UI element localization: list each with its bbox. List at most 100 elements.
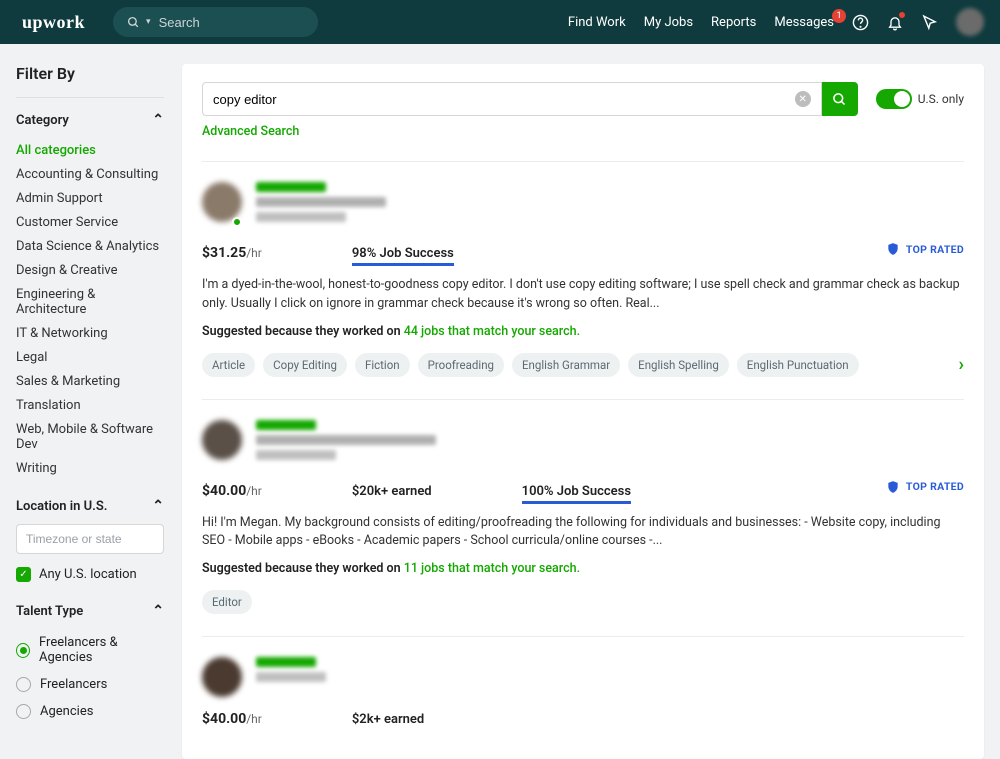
category-item[interactable]: Writing (16, 456, 164, 480)
hourly-rate: $31.25/hr (202, 245, 262, 261)
category-item[interactable]: Design & Creative (16, 258, 164, 282)
category-item[interactable]: IT & Networking (16, 321, 164, 345)
suggestion-text: Suggested because they worked on 11 jobs… (202, 561, 964, 576)
category-item[interactable]: Customer Service (16, 210, 164, 234)
bell-icon[interactable] (887, 14, 903, 31)
category-item[interactable]: Accounting & Consulting (16, 162, 164, 186)
total-earned: $20k+ earned (352, 484, 432, 499)
freelancer-title (256, 435, 436, 445)
total-earned: $2k+ earned (352, 712, 424, 727)
skill-tag[interactable]: English Punctuation (737, 353, 859, 377)
category-item[interactable]: All categories (16, 138, 164, 162)
checkbox-checked-icon: ✓ (16, 567, 31, 582)
location-input[interactable] (16, 524, 164, 554)
chevron-right-icon[interactable]: › (959, 354, 964, 375)
freelancer-avatar[interactable] (202, 657, 242, 697)
us-only-toggle[interactable] (876, 89, 912, 109)
freelancer-description: Hi! I'm Megan. My background consists of… (202, 514, 964, 552)
filter-category-toggle[interactable]: Category⌃ (16, 112, 164, 128)
chevron-up-icon: ⌃ (152, 112, 164, 128)
filter-title: Filter By (16, 64, 164, 83)
global-search-input[interactable] (159, 15, 279, 30)
nav-my-jobs[interactable]: My Jobs (644, 15, 693, 30)
matching-jobs-link[interactable]: 44 jobs that match your search. (404, 324, 580, 339)
freelancer-card[interactable]: $40.00/hr $20k+ earned 100% Job Success … (202, 399, 964, 637)
freelancer-description: I'm a dyed-in-the-wool, honest-to-goodne… (202, 276, 964, 314)
skill-tag[interactable]: Copy Editing (263, 353, 347, 377)
nav-reports[interactable]: Reports (711, 15, 756, 30)
talent-type-option[interactable]: Freelancers & Agencies (16, 629, 164, 671)
chevron-up-icon: ⌃ (152, 498, 164, 514)
top-rated-badge: TOP RATED (886, 241, 964, 257)
freelancer-avatar[interactable] (202, 420, 242, 465)
results-panel: ✕ U.S. only Advanced Search (182, 64, 984, 759)
online-indicator-icon (232, 217, 242, 227)
category-item[interactable]: Data Science & Analytics (16, 234, 164, 258)
freelancer-name[interactable] (256, 657, 316, 667)
freelancer-location (256, 450, 336, 460)
skill-tag[interactable]: English Grammar (512, 353, 620, 377)
freelancer-name[interactable] (256, 182, 326, 192)
skill-tag[interactable]: Proofreading (418, 353, 504, 377)
nav-messages[interactable]: Messages1 (774, 15, 834, 30)
freelancer-card[interactable]: $40.00/hr $2k+ earned (202, 636, 964, 759)
hourly-rate: $40.00/hr (202, 483, 262, 499)
talent-search-box[interactable]: ✕ (202, 82, 822, 116)
filter-category: Category⌃ All categories Accounting & Co… (16, 112, 164, 480)
freelancer-location (256, 212, 346, 222)
notification-dot (899, 12, 905, 18)
category-list: All categories Accounting & Consulting A… (16, 138, 164, 480)
clear-icon[interactable]: ✕ (795, 91, 811, 107)
advanced-search-link[interactable]: Advanced Search (202, 124, 299, 139)
messages-badge: 1 (832, 9, 846, 23)
filter-talent-type-toggle[interactable]: Talent Type⌃ (16, 603, 164, 619)
hourly-rate: $40.00/hr (202, 711, 262, 727)
global-search[interactable]: ▾ (113, 7, 318, 37)
filter-location: Location in U.S.⌃ ✓ Any U.S. location (16, 498, 164, 585)
filter-talent-type: Talent Type⌃ Freelancers & Agencies Free… (16, 603, 164, 725)
filter-sidebar: Filter By Category⌃ All categories Accou… (16, 64, 164, 759)
freelancer-title (256, 197, 386, 207)
category-item[interactable]: Admin Support (16, 186, 164, 210)
freelancer-card[interactable]: $31.25/hr 98% Job Success TOP RATED I'm … (202, 161, 964, 399)
talent-search-input[interactable] (213, 92, 795, 107)
radio-selected-icon (16, 643, 30, 658)
nav-find-work[interactable]: Find Work (568, 15, 626, 30)
help-icon[interactable] (852, 14, 869, 31)
freelancer-avatar[interactable] (202, 182, 242, 227)
top-rated-badge: TOP RATED (886, 479, 964, 495)
radio-icon (16, 677, 31, 692)
skill-tag[interactable]: English Spelling (628, 353, 729, 377)
matching-jobs-link[interactable]: 11 jobs that match your search. (404, 561, 580, 576)
chevron-down-icon[interactable]: ▾ (146, 17, 151, 27)
cursor-icon[interactable] (921, 14, 938, 31)
freelancer-location (256, 672, 326, 682)
category-item[interactable]: Web, Mobile & Software Dev (16, 417, 164, 456)
app-header: upwork ▾ Find Work My Jobs Reports Messa… (0, 0, 1000, 44)
job-success-score: 100% Job Success (522, 484, 631, 504)
freelancer-name[interactable] (256, 420, 316, 430)
skill-tag[interactable]: Article (202, 353, 255, 377)
category-item[interactable]: Engineering & Architecture (16, 282, 164, 321)
skill-tag[interactable]: Fiction (355, 353, 410, 377)
any-location-checkbox[interactable]: ✓ Any U.S. location (16, 564, 164, 585)
search-button[interactable] (822, 82, 858, 116)
category-item[interactable]: Translation (16, 393, 164, 417)
suggestion-text: Suggested because they worked on 44 jobs… (202, 324, 964, 339)
skill-tag[interactable]: Editor (202, 590, 252, 614)
user-avatar[interactable] (956, 8, 984, 36)
logo: upwork (22, 12, 85, 33)
job-success-score: 98% Job Success (352, 246, 454, 266)
skill-tags: Editor (202, 590, 964, 614)
radio-icon (16, 704, 31, 719)
category-item[interactable]: Legal (16, 345, 164, 369)
us-only-label: U.S. only (918, 92, 964, 106)
skill-tags: Article Copy Editing Fiction Proofreadin… (202, 353, 964, 377)
primary-nav: Find Work My Jobs Reports Messages1 (568, 8, 984, 36)
chevron-up-icon: ⌃ (152, 603, 164, 619)
category-item[interactable]: Sales & Marketing (16, 369, 164, 393)
filter-location-toggle[interactable]: Location in U.S.⌃ (16, 498, 164, 514)
talent-type-option[interactable]: Freelancers (16, 671, 164, 698)
talent-type-option[interactable]: Agencies (16, 698, 164, 725)
search-icon (127, 16, 140, 29)
